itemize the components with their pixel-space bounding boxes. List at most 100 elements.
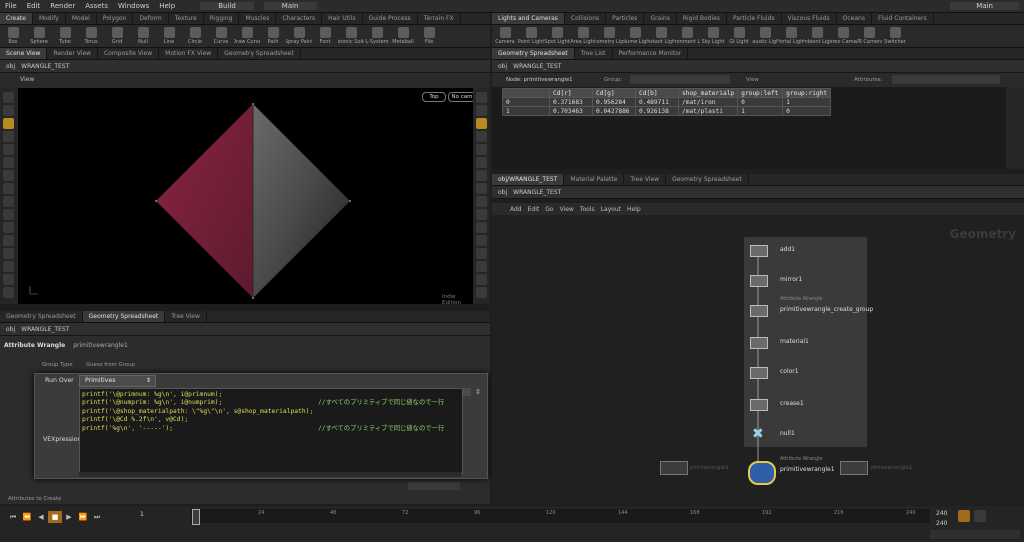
tab-performance-monitor[interactable]: Performance Monitor <box>613 48 689 59</box>
shelf-tab-modify[interactable]: Modify <box>33 13 66 24</box>
ss-view-label[interactable]: View <box>746 77 759 83</box>
viewport-tool-icon[interactable] <box>476 183 487 194</box>
viewport-tool-icon[interactable] <box>476 274 487 285</box>
ss-cell[interactable]: 0 <box>502 97 550 107</box>
light-tool[interactable]: Camera <box>492 27 518 45</box>
timeline-bar[interactable]: 24 48 72 96 120 144 168 192 216 240 <box>190 509 930 525</box>
light-tool[interactable]: Volume Light <box>622 27 648 45</box>
viewport-tool-icon[interactable] <box>476 131 487 142</box>
shelf-tool[interactable]: Font <box>312 27 338 45</box>
shelf-tab-polygon[interactable]: Polygon <box>97 13 134 24</box>
viewport-tool-icon[interactable] <box>3 274 14 285</box>
viewport-tool-icon[interactable] <box>3 144 14 155</box>
ss-cell[interactable]: /mat/iron <box>677 97 739 107</box>
viewport-tool-icon[interactable] <box>3 157 14 168</box>
end-frame-2[interactable]: 240 <box>936 520 947 527</box>
param-tab-2[interactable]: Tree View <box>165 311 207 322</box>
ss-cell[interactable]: 0.371683 <box>549 97 593 107</box>
shelf-tab-rigging[interactable]: Rigging <box>204 13 240 24</box>
viewport-tool-icon[interactable] <box>3 170 14 181</box>
viewport-tool-icon[interactable] <box>476 105 487 116</box>
side-node-0[interactable] <box>660 461 688 475</box>
ss-cell[interactable]: 1 <box>502 106 550 116</box>
ss-cell[interactable]: 0 <box>782 106 832 116</box>
light-tool[interactable]: Point Light <box>518 27 544 45</box>
light-tool[interactable]: Geometry Light <box>596 27 622 45</box>
light-tool[interactable]: VR Camera <box>856 27 882 45</box>
playback-button-icon[interactable]: ⏩ <box>76 511 90 523</box>
shelf-tool[interactable]: Platonic Solids <box>338 27 364 45</box>
net-tab-3[interactable]: Geometry Spreadsheet <box>666 174 749 185</box>
light-tool[interactable]: Environment Light <box>674 27 700 45</box>
light-tool[interactable]: GI Light <box>726 27 752 45</box>
ss-cell[interactable]: 0 <box>737 97 784 107</box>
network-node[interactable] <box>750 367 768 379</box>
viewport-tool-icon[interactable] <box>476 222 487 233</box>
expand-icon[interactable]: ⇳ <box>475 388 484 397</box>
path-obj[interactable]: obj <box>6 63 15 70</box>
shelf-tab-hair[interactable]: Hair Utils <box>322 13 363 24</box>
network-node[interactable] <box>748 461 776 485</box>
shelf-tab-muscles[interactable]: Muscles <box>239 13 277 24</box>
viewport-tool-icon[interactable] <box>3 105 14 116</box>
ss-column-header[interactable]: Cd[g] <box>592 88 636 98</box>
network-node[interactable] <box>750 275 768 287</box>
run-over-select[interactable]: Primitives ⇕ <box>79 375 156 387</box>
end-frame[interactable]: 240 <box>936 510 947 517</box>
ss-group-field[interactable] <box>630 75 730 84</box>
net-menu-view[interactable]: View <box>560 206 574 213</box>
ss-path-node[interactable]: WRANGLE_TEST <box>513 63 561 70</box>
net-path-obj[interactable]: obj <box>498 189 507 196</box>
viewport-tool-icon[interactable] <box>476 248 487 259</box>
ss-cell[interactable]: 0.0427886 <box>592 106 636 116</box>
viewport-tool-icon[interactable] <box>476 261 487 272</box>
param-tab-1[interactable]: Geometry Spreadsheet <box>82 311 166 322</box>
shelf-tool[interactable]: Draw Curve <box>234 27 260 45</box>
viewport-tool-icon[interactable] <box>476 144 487 155</box>
tab-geo-spreadsheet[interactable]: Geometry Spreadsheet <box>492 48 575 59</box>
tab-motionfx-view[interactable]: Motion FX View <box>159 48 219 59</box>
attr-to-create-field[interactable] <box>408 482 460 490</box>
menu-assets[interactable]: Assets <box>85 2 108 10</box>
shelf-tool[interactable]: Tube <box>52 27 78 45</box>
path-node[interactable]: WRANGLE_TEST <box>21 63 69 70</box>
playback-button-icon[interactable]: ■ <box>48 511 62 523</box>
tab-render-view[interactable]: Render View <box>47 48 98 59</box>
viewport-tool-icon[interactable] <box>476 170 487 181</box>
light-tool[interactable]: Stereo Camera <box>830 27 856 45</box>
shelf-tool[interactable]: Circle <box>182 27 208 45</box>
ss-cell[interactable]: /mat/plasti <box>677 106 739 116</box>
shelf-tab-model[interactable]: Model <box>66 13 97 24</box>
network-node[interactable] <box>750 245 768 257</box>
ss-cell[interactable]: 0.703463 <box>549 106 593 116</box>
shelf-tool[interactable]: Metaball <box>390 27 416 45</box>
key-icon[interactable] <box>958 510 970 522</box>
keys-menu-icon[interactable] <box>974 510 986 522</box>
light-tab-3[interactable]: Grains <box>644 13 677 24</box>
ss-cell[interactable]: 0.489711 <box>635 97 679 107</box>
light-tool[interactable]: Distant Light <box>648 27 674 45</box>
network-node[interactable] <box>750 337 768 349</box>
viewport[interactable]: Top No cam Indie Edition <box>18 88 476 306</box>
network-node[interactable]: ✖ <box>752 427 768 441</box>
net-menu-go[interactable]: Go <box>545 206 553 213</box>
context-select[interactable]: Main <box>263 2 317 10</box>
light-tab-6[interactable]: Viscous Fluids <box>782 13 837 24</box>
viewport-tool-icon[interactable] <box>476 209 487 220</box>
ss-attr-field[interactable] <box>892 75 1000 84</box>
playback-button-icon[interactable]: ⏭ <box>90 511 104 523</box>
light-tool[interactable]: Portal Light <box>778 27 804 45</box>
tab-composite-view[interactable]: Composite View <box>98 48 160 59</box>
shelf-tab-texture[interactable]: Texture <box>169 13 204 24</box>
light-tab-1[interactable]: Collisions <box>565 13 607 24</box>
ss-cell[interactable]: 0.956284 <box>592 97 636 107</box>
net-menu-layout[interactable]: Layout <box>601 206 621 213</box>
light-tool[interactable]: Switcher <box>882 27 908 45</box>
ss-column-header[interactable] <box>502 88 550 98</box>
playback-button-icon[interactable]: ⏪ <box>20 511 34 523</box>
light-tab-0[interactable]: Lights and Cameras <box>492 13 565 24</box>
shelf-tab-terrain[interactable]: Terrain FX <box>418 13 461 24</box>
autoupdate-field[interactable] <box>930 530 1020 539</box>
viewport-tool-icon[interactable] <box>3 118 14 129</box>
viewport-tool-icon[interactable] <box>476 196 487 207</box>
